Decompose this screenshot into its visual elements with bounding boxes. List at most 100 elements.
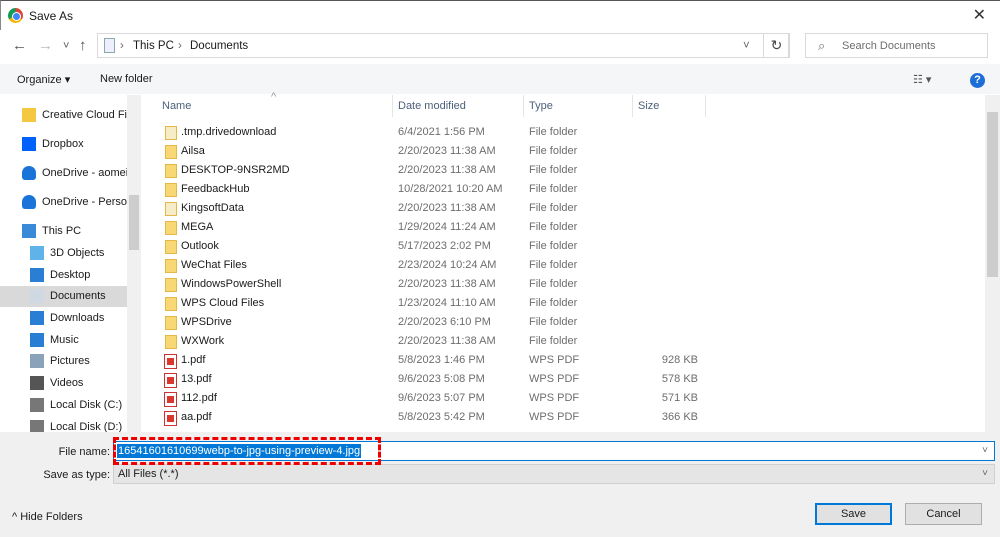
computer-icon <box>22 224 36 238</box>
save-as-type-label: Save as type: <box>43 469 110 481</box>
up-button[interactable]: ↑ <box>79 37 87 54</box>
sidebar-item[interactable]: This PC <box>0 221 127 242</box>
column-divider[interactable] <box>523 95 524 117</box>
sidebar-item[interactable]: OneDrive - aomei <box>0 163 127 184</box>
sidebar-item[interactable]: Dropbox <box>0 134 127 155</box>
sidebar-item-label: Dropbox <box>42 138 84 150</box>
file-name: 1.pdf <box>181 354 206 366</box>
file-date: 2/20/2023 6:10 PM <box>398 316 491 328</box>
sidebar-item[interactable]: Music <box>0 330 127 351</box>
pdf-file-icon <box>164 373 177 388</box>
address-dropdown-button[interactable]: ˅ <box>743 40 750 52</box>
file-row[interactable]: FeedbackHub 10/28/2021 10:20 AM File folde… <box>143 179 985 198</box>
organize-button[interactable]: Organize ▾ <box>17 73 70 86</box>
file-row[interactable]: 112.pdf 9/6/2023 5:07 PM WPS PDF 571 KB <box>143 388 985 407</box>
file-size: 366 KB <box>661 411 698 423</box>
back-button[interactable]: ← <box>12 37 27 54</box>
save-button[interactable]: Save <box>815 503 892 525</box>
sidebar-item[interactable]: Creative Cloud Files <box>0 105 127 126</box>
file-row[interactable]: WindowsPowerShell 2/20/2023 11:38 AM File … <box>143 274 985 293</box>
file-row[interactable]: aa.pdf 5/8/2023 5:42 PM WPS PDF 366 KB <box>143 407 985 426</box>
hide-folders-button[interactable]: ^ Hide Folders <box>12 511 83 523</box>
file-name-dropdown[interactable]: ˅ <box>982 445 988 456</box>
save-as-type-select[interactable]: All Files (*.*) ˅ <box>113 464 995 484</box>
file-name: WXWork <box>181 335 225 347</box>
new-folder-button[interactable]: New folder <box>100 73 153 85</box>
videos-icon <box>30 376 44 390</box>
file-date: 5/8/2023 1:46 PM <box>398 354 485 366</box>
file-type: File folder <box>529 297 578 309</box>
file-list: Name ^ Date modified Type Size .tmp.driv… <box>143 91 985 432</box>
file-row[interactable]: WPS Cloud Files 1/23/2024 11:10 AM File fo… <box>143 293 985 312</box>
sidebar-item-label: Downloads <box>50 312 105 324</box>
file-row[interactable]: KingsoftData 2/20/2023 11:38 AM File folde… <box>143 198 985 217</box>
title-bar: Save As ✕ <box>0 0 1000 30</box>
file-type: File folder <box>529 335 578 347</box>
file-name: WPSDrive <box>181 316 232 328</box>
file-name: KingsoftData <box>181 202 244 214</box>
refresh-button[interactable]: ↻ <box>763 33 790 58</box>
folder-icon <box>165 240 177 254</box>
sidebar-item-label: This PC <box>42 225 82 237</box>
file-row[interactable]: 13.pdf 9/6/2023 5:08 PM WPS PDF 578 KB <box>143 369 985 388</box>
column-header-date[interactable]: Date modified <box>398 100 466 112</box>
address-bar[interactable]: › This PC › Documents ˅ <box>97 33 789 58</box>
recent-locations-button[interactable]: ˅ <box>63 40 69 52</box>
sidebar-item-label: Music <box>50 334 79 346</box>
view-options-button[interactable]: ☷ ▾ <box>913 73 931 86</box>
sidebar-item[interactable]: Local Disk (C:) <box>0 395 127 416</box>
file-date: 10/28/2021 10:20 AM <box>398 183 503 195</box>
sidebar-item[interactable]: 3D Objects <box>0 243 127 264</box>
disk-icon <box>30 398 44 412</box>
column-header-size[interactable]: Size <box>638 100 659 112</box>
file-row[interactable]: 1.pdf 5/8/2023 1:46 PM WPS PDF 928 KB <box>143 350 985 369</box>
save-as-type-value: All Files (*.*) <box>118 468 179 480</box>
sidebar-item[interactable]: Downloads <box>0 308 127 329</box>
sidebar-scrollbar[interactable] <box>127 95 141 432</box>
file-type: File folder <box>529 145 578 157</box>
breadcrumb-documents[interactable]: Documents <box>190 40 248 52</box>
cancel-button[interactable]: Cancel <box>905 503 982 525</box>
file-row[interactable]: WPSDrive 2/20/2023 6:10 PM File folder <box>143 312 985 331</box>
save-as-type-dropdown[interactable]: ˅ <box>982 468 988 479</box>
sidebar-item[interactable]: OneDrive - Personal <box>0 192 127 213</box>
file-row[interactable]: Ailsa 2/20/2023 11:38 AM File folder <box>143 141 985 160</box>
sidebar-item[interactable]: Desktop <box>0 265 127 286</box>
file-row[interactable]: WeChat Files 2/23/2024 10:24 AM File folde… <box>143 255 985 274</box>
sidebar-item[interactable]: Documents <box>0 286 127 307</box>
help-button[interactable]: ? <box>970 73 985 88</box>
file-date: 2/20/2023 11:38 AM <box>398 202 496 214</box>
file-row[interactable]: Outlook 5/17/2023 2:02 PM File folder <box>143 236 985 255</box>
file-name: WindowsPowerShell <box>181 278 282 290</box>
onedrive-icon <box>22 195 36 209</box>
file-name: Ailsa <box>181 145 205 157</box>
close-button[interactable]: ✕ <box>973 5 986 25</box>
column-header-type[interactable]: Type <box>529 100 553 112</box>
file-row[interactable]: .tmp.drivedownload 6/4/2021 1:56 PM File f… <box>143 122 985 141</box>
file-row[interactable]: DESKTOP-9NSR2MD 2/20/2023 11:38 AM File fo… <box>143 160 985 179</box>
forward-button[interactable]: → <box>38 37 53 54</box>
search-input[interactable]: ⌕ Search Documents <box>805 33 988 58</box>
sidebar-scroll-thumb[interactable] <box>129 195 139 250</box>
folder-icon <box>165 183 177 197</box>
file-row[interactable]: MEGA 1/29/2024 11:24 AM File folder <box>143 217 985 236</box>
file-list-scroll-thumb[interactable] <box>987 112 998 277</box>
folder-icon <box>165 145 177 159</box>
documents-icon <box>104 38 115 53</box>
file-date: 2/20/2023 11:38 AM <box>398 278 496 290</box>
file-type: File folder <box>529 278 578 290</box>
sidebar-item[interactable]: Videos <box>0 373 127 394</box>
file-name-input[interactable]: 16541601610699webp-to-jpg-using-preview-… <box>113 441 995 461</box>
column-divider[interactable] <box>632 95 633 117</box>
folder-icon <box>165 202 177 216</box>
column-divider[interactable] <box>392 95 393 117</box>
folder-icon <box>165 278 177 292</box>
breadcrumb-this-pc[interactable]: This PC <box>133 40 174 52</box>
file-name-value[interactable]: 16541601610699webp-to-jpg-using-preview-… <box>117 444 362 458</box>
file-type: File folder <box>529 240 578 252</box>
column-divider[interactable] <box>705 95 706 117</box>
sidebar-item[interactable]: Pictures <box>0 351 127 372</box>
folder-icon <box>165 259 177 273</box>
column-header-name[interactable]: Name <box>162 100 191 112</box>
file-row[interactable]: WXWork 2/20/2023 11:38 AM File folder <box>143 331 985 350</box>
